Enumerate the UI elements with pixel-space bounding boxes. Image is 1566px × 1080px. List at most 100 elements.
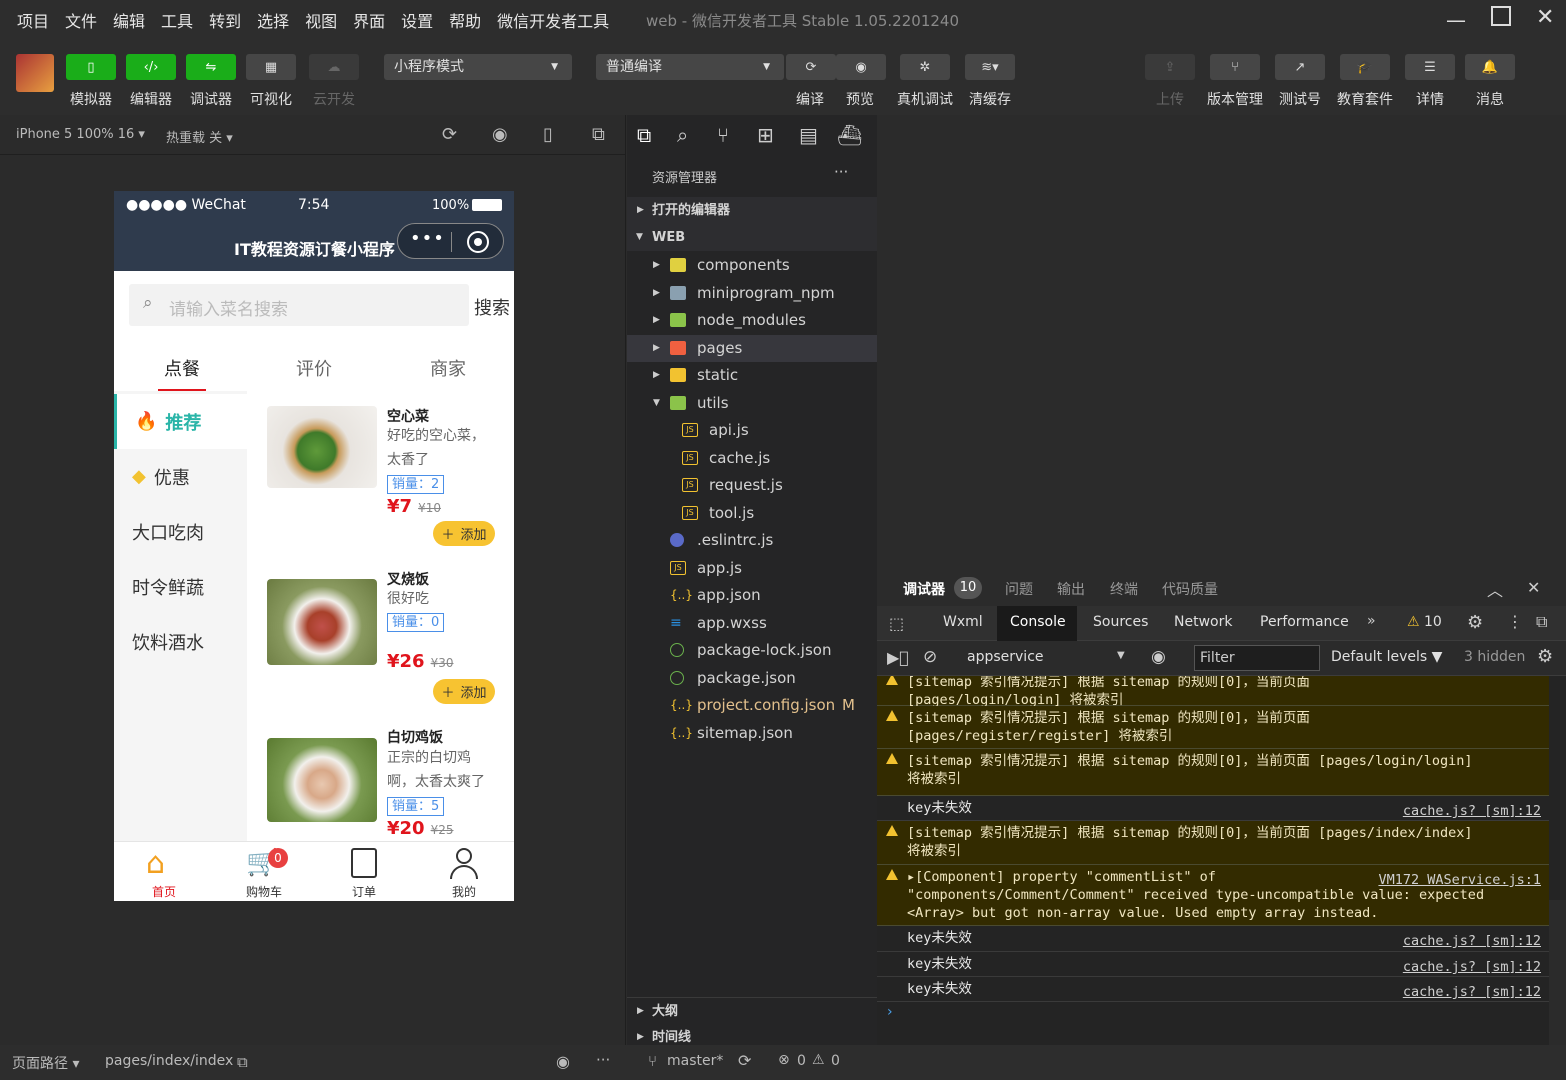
menu-wechat-devtools[interactable]: 微信开发者工具 <box>497 8 609 32</box>
debugger-icon[interactable]: ⇋ <box>186 54 236 80</box>
log-source-link[interactable]: cache.js? [sm]:12 <box>1403 983 1541 1001</box>
mode-select[interactable]: 小程序模式 ▼ <box>384 54 572 80</box>
tab-cart[interactable]: 🛒 0 购物车 <box>214 842 314 901</box>
close-icon[interactable]: ✕ <box>1536 5 1554 30</box>
log-source-link[interactable]: VM172 WAService.js:1 <box>1378 871 1541 889</box>
file-item[interactable]: JS request.js <box>627 472 877 499</box>
bug-icon[interactable]: ✲ <box>900 54 950 80</box>
menu-edit[interactable]: 编辑 <box>113 8 145 32</box>
eye-icon[interactable]: ◉ <box>1151 647 1166 667</box>
category-discount[interactable]: ◆ 优惠 <box>114 449 247 504</box>
search-box[interactable]: ⌕ 请输入菜名搜索 <box>129 284 469 326</box>
extensions-icon[interactable]: ⊞ <box>757 123 774 147</box>
more-icon[interactable]: ··· <box>596 1051 610 1069</box>
version-button[interactable]: 版本管理 <box>1200 89 1270 109</box>
tab-output[interactable]: 输出 <box>1057 579 1085 599</box>
layers-icon[interactable]: ≋▾ <box>965 54 1015 80</box>
search-icon[interactable]: ⌕ <box>677 123 688 147</box>
scrollbar[interactable] <box>1549 900 1566 1045</box>
file-item[interactable]: JS tool.js <box>627 500 877 527</box>
open-editors-section[interactable]: ▶ 打开的编辑器 <box>627 197 877 224</box>
file-item[interactable]: package-lock.json <box>627 637 877 664</box>
warning-count[interactable]: 10 <box>1424 614 1442 630</box>
bell-icon[interactable]: 🔔 <box>1465 54 1515 80</box>
tab-home[interactable]: ⌂ 首页 <box>114 842 214 901</box>
error-count[interactable]: 0 <box>797 1053 806 1069</box>
tab-wxml[interactable]: Wxml <box>943 614 983 630</box>
clear-cache-button[interactable]: 清缓存 <box>955 89 1025 109</box>
refresh-icon[interactable]: ⟳ <box>442 124 457 145</box>
kebab-icon[interactable]: ⋮ <box>1507 612 1523 631</box>
filter-input[interactable]: Filter <box>1194 645 1320 671</box>
test-id-button[interactable]: 测试号 <box>1265 89 1335 109</box>
file-item[interactable]: JS app.js <box>627 555 877 582</box>
cloud-icon[interactable]: ☁ <box>309 54 359 80</box>
files-icon[interactable]: ⧉ <box>637 123 651 147</box>
tab-mine[interactable]: 我的 <box>414 842 514 901</box>
compile-mode-select[interactable]: 普通编译 ▼ <box>596 54 784 80</box>
log-source-link[interactable]: cache.js? [sm]:12 <box>1403 958 1541 976</box>
tab-performance[interactable]: Performance <box>1260 614 1349 630</box>
docker-icon[interactable]: ⛴ <box>837 123 862 147</box>
add-button[interactable]: ＋添加 <box>433 679 495 704</box>
tab-review[interactable]: 评价 <box>296 355 332 381</box>
log-source-link[interactable]: cache.js? [sm]:12 <box>1403 802 1541 820</box>
file-item[interactable]: {..} app.json <box>627 582 877 609</box>
git-branch[interactable]: master* <box>667 1053 723 1069</box>
web-root-section[interactable]: ▼ WEB <box>627 224 877 251</box>
category-drinks[interactable]: 饮料酒水 <box>114 614 247 669</box>
category-meat[interactable]: 大口吃肉 <box>114 504 247 559</box>
menu-view[interactable]: 视图 <box>305 8 337 32</box>
real-debug-button[interactable]: 真机调试 <box>890 89 960 109</box>
tab-merchant[interactable]: 商家 <box>430 355 466 381</box>
refresh-icon[interactable]: ⟳ <box>786 54 836 80</box>
file-item[interactable]: JS cache.js <box>627 445 877 472</box>
tab-sources[interactable]: Sources <box>1093 614 1148 630</box>
menu-interface[interactable]: 界面 <box>353 8 385 32</box>
dish-image[interactable] <box>267 579 377 665</box>
folder-item[interactable]: ▶ components <box>627 252 877 279</box>
menu-goto[interactable]: 转到 <box>209 8 241 32</box>
folder-item[interactable]: ▶ pages <box>627 334 877 362</box>
context-select[interactable]: appservice <box>967 649 1044 665</box>
menu-icon[interactable]: ☰ <box>1405 54 1455 80</box>
search-input[interactable]: 请输入菜名搜索 <box>169 295 288 320</box>
levels-select[interactable]: Default levels ▼ <box>1331 649 1442 665</box>
file-item[interactable]: package.json <box>627 665 877 692</box>
close-icon[interactable]: ✕ <box>1527 578 1540 597</box>
eye-icon[interactable]: ◉ <box>836 54 886 80</box>
category-recommend[interactable]: 🔥 推荐 <box>114 394 247 449</box>
menu-project[interactable]: 项目 <box>17 8 49 32</box>
minimize-icon[interactable]: — <box>1446 8 1466 32</box>
dish-image[interactable] <box>267 738 377 822</box>
log-source-link[interactable]: cache.js? [sm]:12 <box>1403 932 1541 950</box>
tab-debugger[interactable]: 调试器 <box>903 579 945 599</box>
window-icon[interactable]: ⧉ <box>592 124 605 145</box>
cloud-button[interactable]: 云开发 <box>299 89 369 109</box>
external-link-icon[interactable]: ↗ <box>1275 54 1325 80</box>
tab-issues[interactable]: 问题 <box>1005 579 1033 599</box>
branch-icon[interactable]: ⑂ <box>717 123 729 147</box>
file-item[interactable]: .eslintrc.js <box>627 527 877 554</box>
file-item[interactable]: {..} sitemap.json <box>627 720 877 747</box>
tab-terminal[interactable]: 终端 <box>1110 579 1138 599</box>
eye-icon[interactable]: ◉ <box>556 1052 570 1071</box>
stop-icon[interactable]: ◉ <box>492 124 508 145</box>
gear-icon[interactable]: ⚙ <box>1537 646 1553 667</box>
preview-button[interactable]: 预览 <box>825 89 895 109</box>
graduation-cap-icon[interactable]: 🎓 <box>1340 54 1390 80</box>
folder-item[interactable]: ▼ utils <box>627 390 877 417</box>
sidebar-toggle-icon[interactable]: ▶⃞ <box>887 648 909 667</box>
device-select[interactable]: iPhone 5 100% 16 ▾ <box>16 127 145 142</box>
upload-icon[interactable]: ⇪ <box>1145 54 1195 80</box>
page-path-label[interactable]: 页面路径 ▾ <box>12 1053 79 1073</box>
tab-orders[interactable]: 订单 <box>314 842 414 901</box>
search-button[interactable]: 搜索 <box>474 294 510 320</box>
dish-image[interactable] <box>267 406 377 488</box>
phone-icon[interactable]: ▯ <box>543 124 553 145</box>
dock-icon[interactable]: ⧉ <box>1536 612 1547 632</box>
branch-icon[interactable]: ⑂ <box>1210 54 1260 80</box>
edu-button[interactable]: 教育套件 <box>1330 89 1400 109</box>
warning-count[interactable]: 0 <box>831 1053 840 1069</box>
menu-settings[interactable]: 设置 <box>401 8 433 32</box>
